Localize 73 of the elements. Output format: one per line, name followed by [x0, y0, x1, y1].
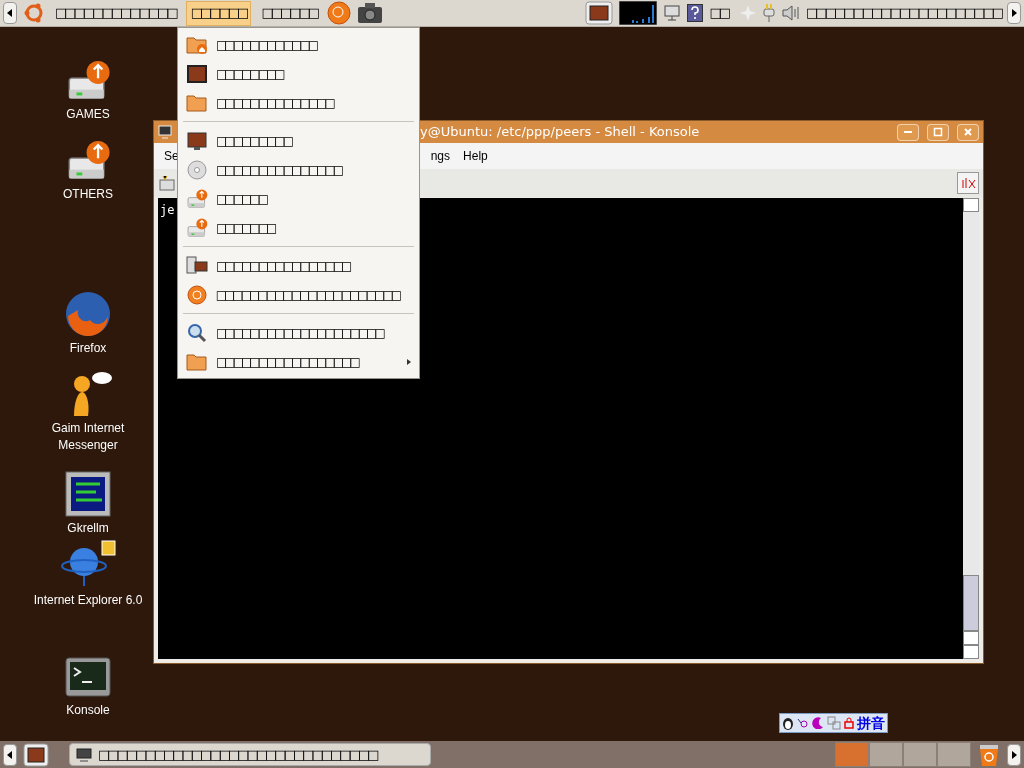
- menu-item[interactable]: Help: [463, 147, 488, 165]
- menu-item[interactable]: □□□□□□□□□□□□□□□□□□□□: [178, 318, 419, 347]
- desktop-icon-label[interactable]: Internet Explorer 6.0: [33, 592, 143, 609]
- scroll-left-button[interactable]: [3, 2, 17, 24]
- menu-item[interactable]: □□□□□□□□□□□□□□□: [178, 155, 419, 184]
- symbol-icon[interactable]: [797, 717, 809, 729]
- scroll-right-button[interactable]: [1007, 743, 1021, 766]
- drive-icon: [186, 216, 208, 239]
- caret-left-icon: [7, 9, 13, 17]
- close-icon: [963, 127, 973, 137]
- monitor-icon: [76, 747, 92, 762]
- tray-text: □□: [709, 4, 729, 23]
- terminal-icon: [64, 656, 112, 700]
- desktop-icon-label[interactable]: Gkrellm: [67, 520, 109, 537]
- scrollbar[interactable]: [963, 198, 979, 659]
- search-icon: [187, 322, 207, 343]
- close-button[interactable]: [957, 123, 979, 141]
- menu-item[interactable]: □□□□□□□□□□□□□□□□: [178, 251, 419, 280]
- taskbar-button[interactable]: □□□□□□□□□□□□□□□□□□□□□□□□□□□□□□: [69, 743, 431, 766]
- window-title: y@Ubuntu: /etc/ppp/peers - Shell - Konsole: [420, 123, 701, 142]
- desktop-icon-label[interactable]: Konsole: [66, 702, 110, 719]
- open-folder-icon: [186, 351, 208, 372]
- scroll-right-button[interactable]: [1007, 2, 1021, 24]
- caret-left-icon: [7, 750, 13, 759]
- trash-icon[interactable]: [977, 742, 1001, 767]
- folder-icon: [186, 92, 208, 113]
- minimize-button[interactable]: [897, 123, 919, 141]
- computer-icon: [187, 130, 207, 151]
- menu-item[interactable]: □□□□□□□□□: [178, 126, 419, 155]
- menu-item[interactable]: □□□□□□□□□□□□□□□□□: [178, 347, 419, 376]
- minimize-icon: [904, 131, 912, 133]
- monitor-graph-icon: [64, 470, 112, 518]
- show-desktop-icon[interactable]: [23, 742, 49, 767]
- circle-of-friends-icon[interactable]: [23, 2, 45, 24]
- maximize-button[interactable]: [927, 123, 949, 141]
- scroll-left-button[interactable]: [3, 743, 17, 766]
- menu-item[interactable]: □□□□□□: [178, 184, 419, 213]
- desktop-icon-label[interactable]: Gaim Internet Messenger: [23, 420, 153, 454]
- new-session-icon[interactable]: [158, 174, 176, 192]
- penguin-icon[interactable]: [782, 716, 794, 730]
- camera-icon[interactable]: [357, 2, 384, 24]
- menu-item[interactable]: □□□□□□□□□□□□□□□□□□□□□□: [178, 280, 419, 309]
- disc-icon: [187, 159, 207, 180]
- panel-menu[interactable]: □□□□□□: [185, 0, 252, 26]
- help-icon[interactable]: [687, 4, 704, 22]
- home-folder-icon: [186, 34, 208, 55]
- panel-menu[interactable]: □□□□□□: [257, 0, 322, 26]
- link-icon[interactable]: [827, 716, 841, 730]
- lock-icon[interactable]: [844, 717, 854, 729]
- speaker-icon[interactable]: [782, 4, 801, 22]
- panel-menu[interactable]: □□□□□□□□□□□□□: [51, 0, 180, 26]
- submenu-arrow-icon: [407, 358, 411, 365]
- caret-right-icon: [1011, 750, 1017, 759]
- input-mode-label[interactable]: 拼音: [857, 715, 885, 731]
- desktop-icon-label[interactable]: GAMES: [66, 106, 110, 123]
- drive-icon: [186, 187, 208, 210]
- clock[interactable]: □□□□□□□□□□□□□□□□□□□□□: [806, 3, 1001, 23]
- desktop-icon-label[interactable]: Firefox: [69, 340, 107, 357]
- power-plug-icon[interactable]: [762, 3, 777, 23]
- monitor-icon: [158, 125, 172, 139]
- menu-item[interactable]: □□□□□□□□□□□□: [178, 30, 419, 59]
- menu-item[interactable]: □□□□□□□: [178, 213, 419, 242]
- close-session-icon[interactable]: [957, 172, 979, 194]
- terminal-text: je: [160, 203, 175, 217]
- menu-item[interactable]: ngs: [430, 147, 451, 165]
- moon-icon[interactable]: [812, 717, 824, 729]
- maximize-icon: [933, 127, 943, 137]
- desktop-icon-label[interactable]: OTHERS: [63, 186, 113, 203]
- system-monitor-graph[interactable]: [619, 1, 658, 25]
- caret-right-icon: [1011, 9, 1017, 17]
- menu-item[interactable]: □□□□□□□□□□□□□□: [178, 88, 419, 117]
- menu-item[interactable]: □□□□□□□□: [178, 59, 419, 88]
- fox-globe-icon: [64, 290, 112, 338]
